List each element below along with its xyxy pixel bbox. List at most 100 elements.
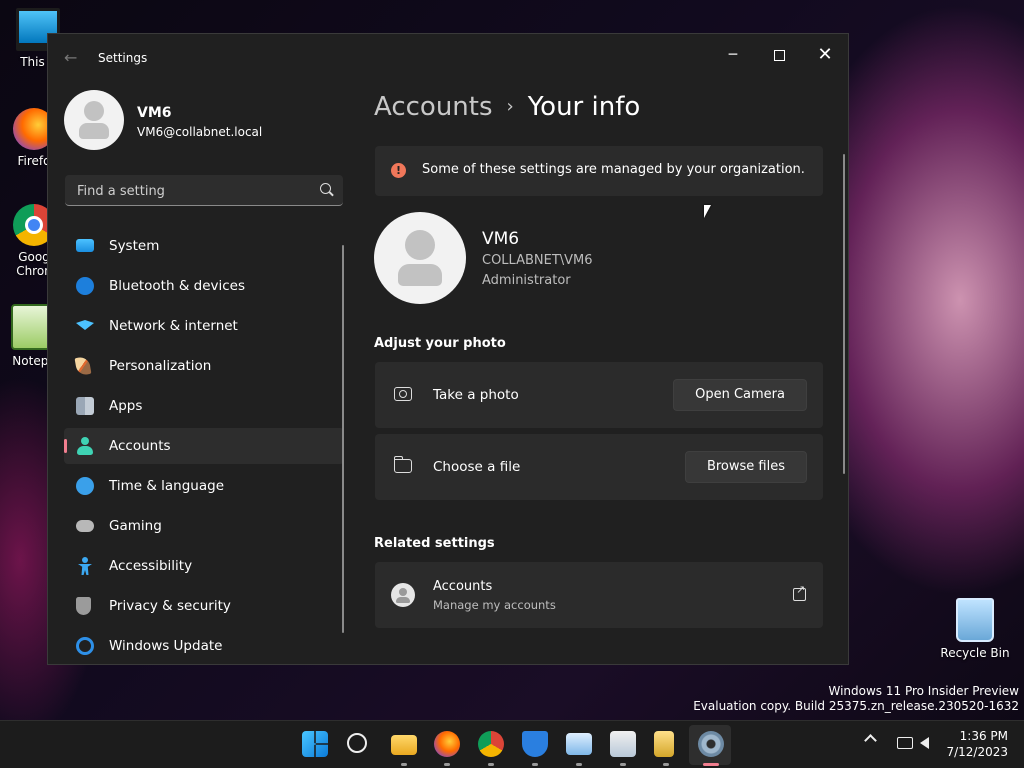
related-settings-heading: Related settings <box>374 536 495 551</box>
sidebar-item-label: Privacy & security <box>109 598 231 614</box>
breadcrumb-parent[interactable]: Accounts <box>374 92 493 122</box>
running-indicator <box>576 763 582 766</box>
related-accounts-link[interactable]: Accounts Manage my accounts <box>375 562 823 628</box>
running-indicator <box>620 763 626 766</box>
apps-icon <box>76 397 94 415</box>
maximize-icon <box>773 49 785 61</box>
back-arrow-icon[interactable]: ← <box>64 48 77 67</box>
clock-time: 1:36 PM <box>959 729 1008 743</box>
recycle-bin-icon <box>956 598 994 642</box>
main-scrollbar[interactable] <box>843 154 845 474</box>
user-name: VM6 <box>482 229 520 249</box>
settings-window: ← Settings ─ ✕ VM6 VM6@collabnet.local S… <box>47 33 849 665</box>
sidebar-item-label: Windows Update <box>109 638 223 654</box>
settings-icon[interactable] <box>698 731 724 757</box>
close-button[interactable]: ✕ <box>802 40 848 70</box>
sidebar-item-label: Apps <box>109 398 143 414</box>
browse-files-button[interactable]: Browse files <box>684 451 807 483</box>
sidebar-item-system[interactable]: System <box>64 228 344 264</box>
sidebar-item-label: System <box>109 238 160 254</box>
active-indicator <box>703 763 719 766</box>
running-indicator <box>663 763 669 766</box>
choose-file-card: Choose a file Browse files <box>375 434 823 500</box>
sidebar-item-time-language[interactable]: Time & language <box>64 468 344 504</box>
search-input[interactable] <box>75 180 309 202</box>
search-icon[interactable] <box>347 733 367 753</box>
watermark-line-2: Evaluation copy. Build 25375.zn_release.… <box>693 699 1019 713</box>
running-indicator <box>401 763 407 766</box>
person-icon <box>76 437 94 455</box>
sidebar-item-gaming[interactable]: Gaming <box>64 508 344 544</box>
external-link-icon <box>793 583 806 601</box>
volume-icon[interactable] <box>920 737 929 749</box>
related-accounts-title: Accounts <box>433 579 493 594</box>
page-title: Your info <box>527 92 641 122</box>
sidebar-nav: System Bluetooth & devices Network & int… <box>64 228 344 664</box>
take-photo-label: Take a photo <box>433 387 519 403</box>
desktop-icon-label: Recycle Bin <box>940 646 1010 660</box>
sidebar-item-label: Network & internet <box>109 318 238 334</box>
chevron-up-icon[interactable] <box>864 734 877 747</box>
file-explorer-icon[interactable] <box>391 735 417 755</box>
mouse-cursor-icon <box>704 205 717 218</box>
banner-text: Some of these settings are managed by yo… <box>422 162 805 177</box>
related-accounts-subtitle: Manage my accounts <box>433 598 556 612</box>
person-circle-icon <box>391 583 415 607</box>
monitor-icon <box>76 239 94 252</box>
documents-icon[interactable] <box>654 731 674 757</box>
start-icon[interactable] <box>302 731 328 757</box>
sidebar-item-personalization[interactable]: Personalization <box>64 348 344 384</box>
sidebar-item-label: Bluetooth & devices <box>109 278 246 294</box>
search-icon[interactable] <box>320 183 331 194</box>
performance-monitor-icon[interactable] <box>566 733 592 755</box>
watermark-line-1: Windows 11 Pro Insider Preview <box>828 684 1019 698</box>
chevron-right-icon: › <box>506 96 514 117</box>
taskbar: 1:36 PM 7/12/2023 <box>0 720 1024 768</box>
system-clock[interactable]: 1:36 PM 7/12/2023 <box>946 728 1008 760</box>
accessibility-icon <box>76 557 94 575</box>
firefox-icon[interactable] <box>434 731 460 757</box>
running-indicator <box>532 763 538 766</box>
defender-icon[interactable] <box>522 731 548 757</box>
sidebar-item-network[interactable]: Network & internet <box>64 308 344 344</box>
user-avatar-large <box>374 212 466 304</box>
info-alert-icon: ! <box>391 163 406 178</box>
sidebar-item-windows-update[interactable]: Windows Update <box>64 628 344 664</box>
managed-by-org-banner: ! Some of these settings are managed by … <box>375 146 823 196</box>
desktop-icon-recycle-bin[interactable]: Recycle Bin <box>938 598 1012 660</box>
shield-icon <box>76 597 91 615</box>
clock-date: 7/12/2023 <box>946 745 1008 759</box>
update-icon <box>76 637 94 655</box>
open-camera-button[interactable]: Open Camera <box>673 379 807 411</box>
breadcrumb: Accounts › Your info <box>374 92 640 122</box>
take-photo-card: Take a photo Open Camera <box>375 362 823 428</box>
profile-name: VM6 <box>137 105 172 121</box>
network-icon[interactable] <box>897 737 913 749</box>
search-box[interactable] <box>65 175 343 206</box>
sidebar-scrollbar[interactable] <box>342 245 344 633</box>
sidebar-item-label: Accounts <box>109 438 171 454</box>
sidebar-item-privacy-security[interactable]: Privacy & security <box>64 588 344 624</box>
brush-icon <box>74 355 92 377</box>
bluetooth-icon <box>76 277 94 295</box>
adjust-photo-heading: Adjust your photo <box>374 336 506 351</box>
notepad-icon[interactable] <box>610 731 636 757</box>
running-indicator <box>444 763 450 766</box>
gamepad-icon <box>76 520 94 532</box>
clock-globe-icon <box>76 477 94 495</box>
maximize-button[interactable] <box>756 40 802 70</box>
sidebar-item-bluetooth[interactable]: Bluetooth & devices <box>64 268 344 304</box>
running-indicator <box>488 763 494 766</box>
camera-icon <box>394 387 412 401</box>
sidebar-item-label: Personalization <box>109 358 212 374</box>
folder-icon <box>393 456 412 473</box>
sidebar-item-accessibility[interactable]: Accessibility <box>64 548 344 584</box>
title-bar[interactable]: ← Settings ─ ✕ <box>48 34 848 82</box>
choose-file-label: Choose a file <box>433 459 521 475</box>
sidebar-item-label: Time & language <box>109 478 225 494</box>
chrome-icon[interactable] <box>478 731 504 757</box>
minimize-button[interactable]: ─ <box>710 40 756 70</box>
sidebar-item-accounts[interactable]: Accounts <box>64 428 344 464</box>
sidebar-item-label: Gaming <box>109 518 162 534</box>
sidebar-item-apps[interactable]: Apps <box>64 388 344 424</box>
